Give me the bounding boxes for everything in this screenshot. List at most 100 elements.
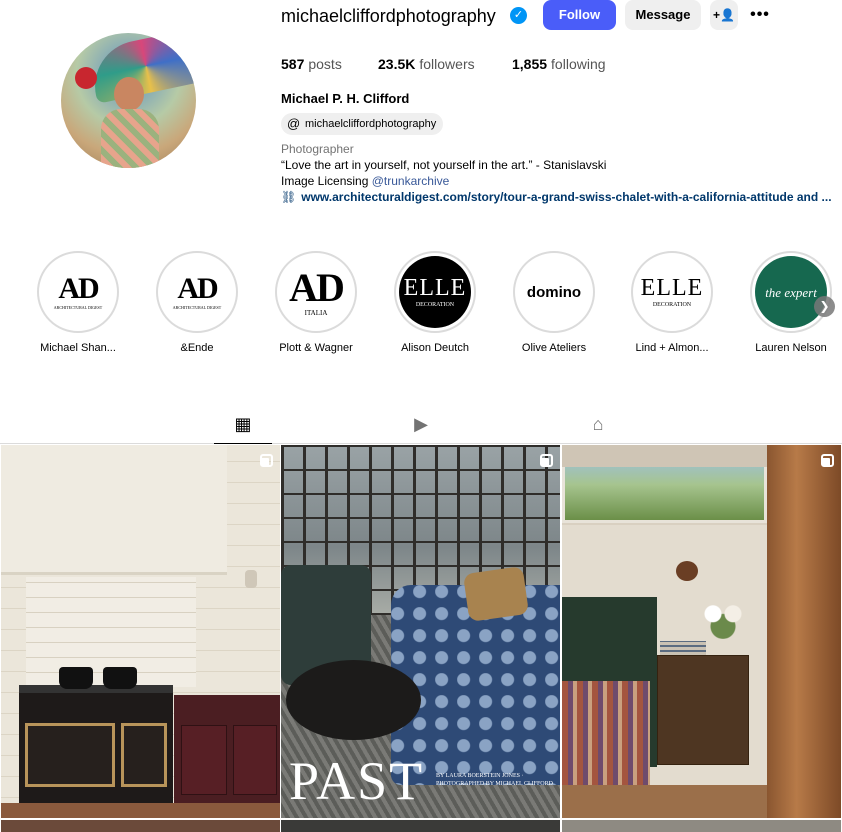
range-hood: [1, 445, 227, 575]
carousel-icon: [821, 454, 834, 467]
coffee-table: [286, 660, 421, 740]
ad-italia-logo-text: AD: [289, 264, 345, 310]
bio-licensing-text: Image Licensing: [281, 174, 372, 188]
highlight-cover: ELLE DECORATION: [394, 251, 476, 333]
carousel-icon: [540, 454, 553, 467]
flower-vase: [698, 597, 748, 639]
trunkarchive-mention-link[interactable]: @trunkarchive: [372, 174, 450, 188]
highlight-cover: ELLE DECORATION: [631, 251, 713, 333]
post-thumbnail[interactable]: [562, 820, 841, 832]
highlight-label: Lauren Nelson: [755, 342, 827, 354]
highlight-item[interactable]: domino Olive Ateliers: [513, 251, 595, 354]
book-stack: [660, 641, 706, 655]
highlight-label: Michael Shan...: [40, 342, 116, 354]
profile-avatar[interactable]: [61, 33, 196, 168]
oven-door: [121, 723, 167, 787]
window-shade: [562, 445, 772, 467]
highlight-logo: the expert: [755, 256, 827, 328]
cooking-pot: [59, 667, 93, 689]
wood-floor: [562, 785, 767, 818]
avatar-flower: [75, 67, 97, 89]
wall-sconce: [245, 570, 257, 588]
following-label: following: [551, 56, 606, 72]
profile-page: michaelcliffordphotography ✓ Follow Mess…: [0, 0, 842, 832]
threads-badge[interactable]: @ michaelcliffordphotography: [281, 113, 443, 135]
posts-label: posts: [308, 56, 342, 72]
following-stat[interactable]: 1,855 following: [512, 55, 606, 73]
elle-logo-text: ELLE: [640, 275, 704, 301]
wall-lamp: [676, 561, 698, 581]
wood-floor: [1, 803, 280, 818]
profile-category: Photographer: [281, 142, 354, 156]
highlight-item[interactable]: AD ARCHITECTURAL DIGEST Michael Shan...: [37, 251, 119, 354]
highlight-logo: AD ARCHITECTURAL DIGEST: [42, 256, 114, 328]
nightstand: [657, 655, 749, 765]
cabinet-door: [233, 725, 277, 795]
chevron-right-icon[interactable]: ❯: [814, 296, 835, 317]
elle-logo-subtext: DECORATION: [415, 302, 455, 308]
followers-label: followers: [419, 56, 475, 72]
highlight-item[interactable]: ELLE DECORATION Lind + Almon...: [631, 251, 713, 354]
suggested-users-button[interactable]: +👤: [710, 0, 738, 30]
highlight-logo: ELLE DECORATION: [636, 256, 708, 328]
bio-licensing: Image Licensing @trunkarchive: [281, 173, 449, 189]
avatar-shirt: [101, 109, 159, 168]
carousel-icon: [260, 454, 273, 467]
posts-count: 587: [281, 56, 305, 72]
bio-quote: “Love the art in yourself, not yourself …: [281, 158, 607, 172]
highlight-logo: AD ARCHITECTURAL DIGEST: [161, 256, 233, 328]
highlight-item[interactable]: the expert Lauren Nelson: [750, 251, 832, 354]
post-caption-credit: BY LAURA BOERSTEIN JONES · PHOTOGRAPHED …: [436, 773, 553, 787]
link-icon: ⛓: [281, 190, 297, 204]
highlight-label: Lind + Almon...: [635, 342, 709, 354]
post-thumbnail[interactable]: [281, 820, 560, 832]
highlight-logo: domino: [518, 256, 590, 328]
cabinet-door: [181, 725, 227, 795]
posts-stat[interactable]: 587 posts: [281, 55, 342, 73]
cooking-pot: [103, 667, 137, 689]
highlight-cover: AD ITALIA: [275, 251, 357, 333]
highlight-item[interactable]: AD ITALIA Plott & Wagner: [275, 251, 357, 354]
sofa-pillow: [462, 566, 530, 622]
post-thumbnail[interactable]: [1, 445, 280, 818]
tab-reels[interactable]: ▶: [392, 412, 450, 444]
highlight-label: Olive Ateliers: [521, 342, 587, 354]
verified-badge-icon: ✓: [510, 7, 527, 24]
highlight-logo: AD ITALIA: [280, 256, 352, 328]
profile-username: michaelcliffordphotography: [281, 6, 496, 26]
avatar-head: [114, 77, 144, 111]
profile-full-name: Michael P. H. Clifford: [281, 91, 410, 106]
post-caption-title: PAST: [289, 751, 425, 811]
highlight-cover: domino: [513, 251, 595, 333]
highlight-label: Alison Deutch: [401, 342, 469, 354]
highlight-logo: ELLE DECORATION: [399, 256, 471, 328]
followers-stat[interactable]: 23.5K followers: [378, 55, 475, 73]
threads-icon: @: [287, 116, 301, 131]
follow-button[interactable]: Follow: [543, 0, 616, 30]
ad-italia-subtext: ITALIA: [304, 308, 328, 317]
highlight-label: Plott & Wagner: [279, 342, 353, 354]
post-thumbnail[interactable]: PAST BY LAURA BOERSTEIN JONES · PHOTOGRA…: [281, 445, 560, 818]
post-thumbnail[interactable]: [1, 820, 280, 832]
highlight-cover: AD ARCHITECTURAL DIGEST: [37, 251, 119, 333]
post-thumbnail[interactable]: [562, 445, 841, 818]
ad-logo-text: AD: [58, 272, 99, 305]
highlight-cover: the expert: [750, 251, 832, 333]
following-count: 1,855: [512, 56, 548, 72]
more-options-icon[interactable]: •••: [745, 0, 775, 30]
ad-logo-subtext: ARCHITECTURAL DIGEST: [53, 305, 103, 310]
tab-posts[interactable]: ▦: [214, 412, 272, 444]
ad-logo-subtext: ARCHITECTURAL DIGEST: [172, 305, 222, 310]
reels-icon: ▶: [414, 414, 428, 434]
highlight-item[interactable]: ELLE DECORATION Alison Deutch: [394, 251, 476, 354]
highlight-item[interactable]: AD ARCHITECTURAL DIGEST &Ende: [156, 251, 238, 354]
message-button[interactable]: Message: [625, 0, 701, 30]
grid-icon: ▦: [234, 414, 252, 434]
highlight-cover: AD ARCHITECTURAL DIGEST: [156, 251, 238, 333]
wood-panel: [767, 445, 841, 818]
tab-tagged[interactable]: ⌂: [569, 412, 627, 444]
ad-logo-text: AD: [177, 272, 218, 305]
website-link[interactable]: ⛓ www.architecturaldigest.com/story/tour-…: [281, 189, 836, 205]
tagged-icon: ⌂: [592, 414, 604, 434]
highlight-label: &Ende: [180, 342, 214, 354]
